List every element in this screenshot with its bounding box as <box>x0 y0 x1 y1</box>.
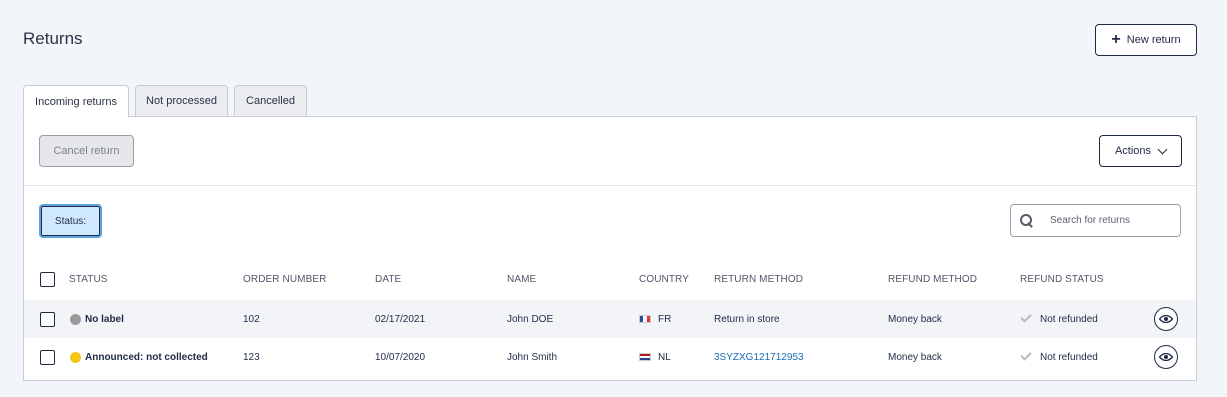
plus-icon: + <box>1111 30 1121 48</box>
row-checkbox[interactable] <box>40 311 55 327</box>
col-order-number[interactable]: ORDER NUMBER <box>243 260 326 298</box>
cancel-return-button[interactable]: Cancel return <box>39 135 134 167</box>
col-return-method[interactable]: RETURN METHOD <box>714 260 803 298</box>
actions-label: Actions <box>1114 145 1152 157</box>
search-box <box>1010 204 1181 237</box>
tab-cancelled[interactable]: Cancelled <box>234 85 307 117</box>
col-status[interactable]: STATUS <box>69 260 108 298</box>
country-code: NL <box>658 351 671 363</box>
order-number: 123 <box>243 351 260 363</box>
date: 02/17/2021 <box>375 313 426 325</box>
table-row[interactable]: Announced: not collected 123 10/07/2020 … <box>24 338 1196 376</box>
actions-button[interactable]: Actions <box>1099 135 1182 167</box>
refund-status: Not refunded <box>1040 313 1098 325</box>
table-row[interactable]: No label 102 02/17/2021 John DOE FR Retu… <box>24 300 1196 338</box>
refund-status: Not refunded <box>1040 351 1098 363</box>
chevron-down-icon <box>1157 144 1168 154</box>
order-number: 102 <box>243 313 260 325</box>
row-checkbox[interactable] <box>40 349 55 365</box>
search-icon <box>1020 213 1034 228</box>
view-return-button[interactable] <box>1154 307 1178 331</box>
col-refund-status[interactable]: REFUND STATUS <box>1020 260 1104 298</box>
customer-name: John Smith <box>507 351 558 363</box>
status-dot-icon <box>70 351 81 363</box>
returns-panel: Cancel return Actions Status: STATUS ORD… <box>23 116 1197 381</box>
status-label: No label <box>85 313 124 325</box>
page-title: Returns <box>23 29 83 48</box>
fr-flag-icon <box>639 315 651 323</box>
date: 10/07/2020 <box>375 351 426 363</box>
customer-name: John DOE <box>507 313 554 325</box>
nl-flag-icon <box>639 353 651 361</box>
col-refund-method[interactable]: REFUND METHOD <box>888 260 977 298</box>
table-header: STATUS ORDER NUMBER DATE NAME COUNTRY RE… <box>24 260 1196 298</box>
new-return-label: New return <box>1126 34 1181 46</box>
select-all-checkbox[interactable] <box>40 271 55 287</box>
col-country[interactable]: COUNTRY <box>639 260 689 298</box>
col-name[interactable]: NAME <box>507 260 536 298</box>
eye-icon <box>1159 353 1173 361</box>
country-code: FR <box>658 313 672 325</box>
new-return-button[interactable]: + New return <box>1095 24 1197 56</box>
status-label: Announced: not collected <box>85 351 208 363</box>
tracking-link[interactable]: 3SYZXG121712953 <box>714 338 804 376</box>
eye-icon <box>1159 315 1173 323</box>
check-icon <box>1020 311 1032 323</box>
col-date[interactable]: DATE <box>375 260 401 298</box>
view-return-button[interactable] <box>1154 345 1178 369</box>
return-method: Return in store <box>714 313 780 325</box>
search-input[interactable] <box>1050 215 1170 226</box>
tab-not-processed[interactable]: Not processed <box>135 85 228 117</box>
divider <box>24 185 1196 186</box>
refund-method: Money back <box>888 313 942 325</box>
refund-method: Money back <box>888 351 942 363</box>
check-icon <box>1020 349 1032 361</box>
status-dot-icon <box>70 313 81 325</box>
status-filter-button[interactable]: Status: <box>39 204 102 238</box>
tab-incoming-returns[interactable]: Incoming returns <box>23 85 129 118</box>
